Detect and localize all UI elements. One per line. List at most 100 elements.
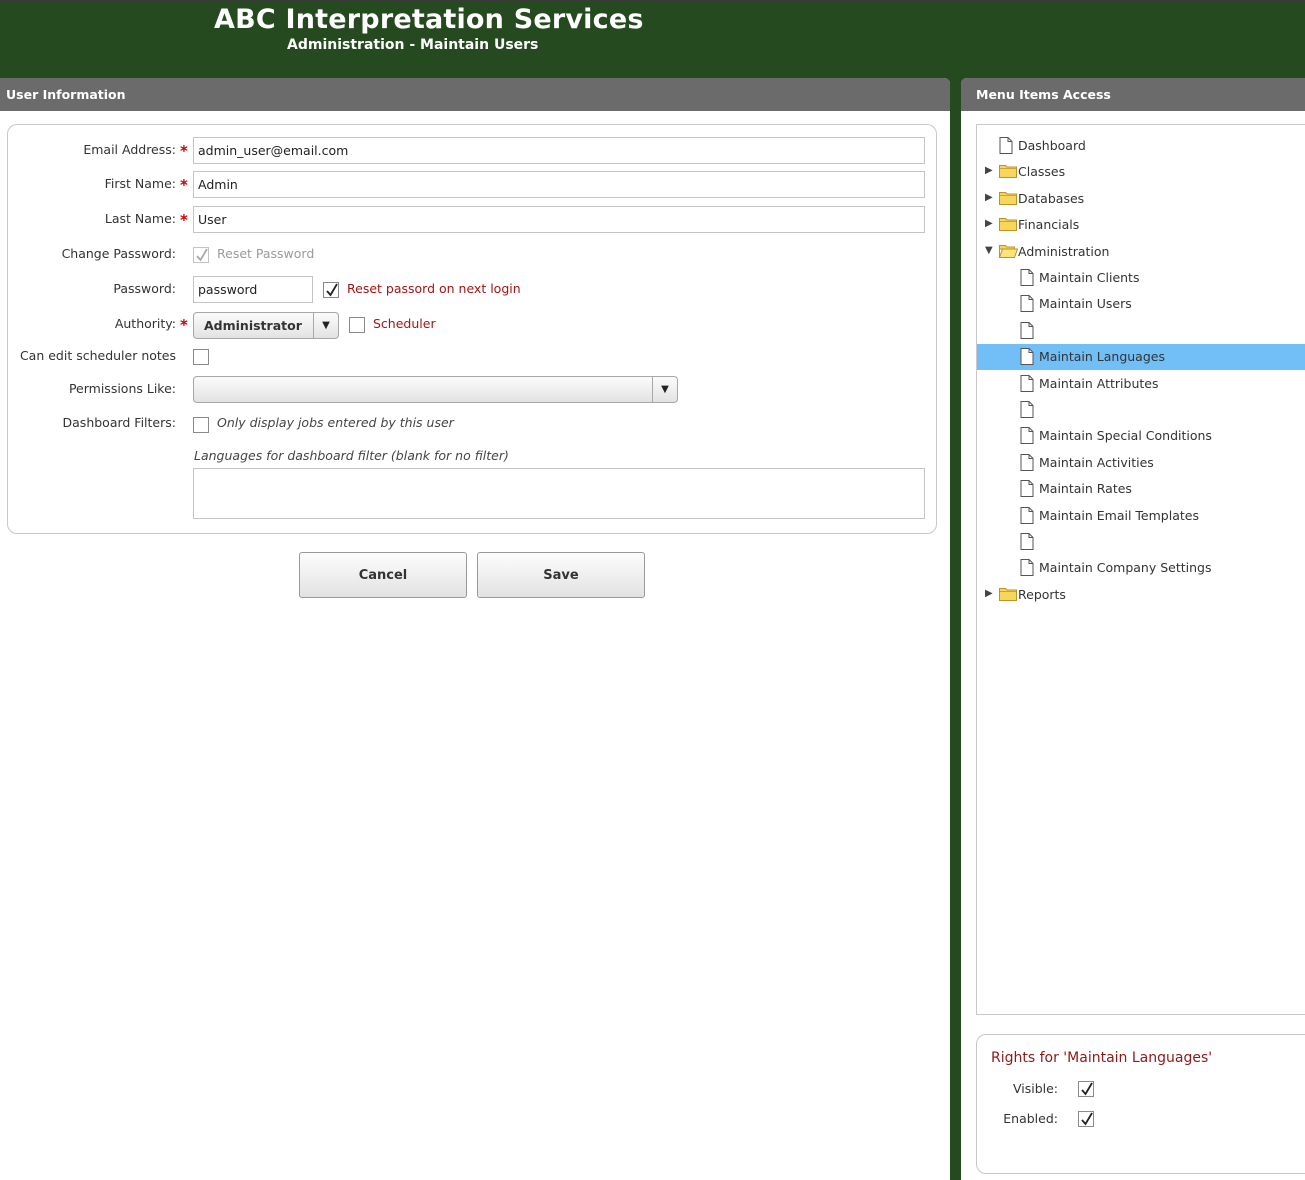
last-name-input[interactable]	[193, 206, 925, 233]
password-input[interactable]	[193, 276, 313, 303]
tree-item-maintain-users[interactable]: Maintain Users	[977, 291, 1305, 317]
permissions-like-label: Permissions Like:	[68, 381, 176, 396]
expand-arrow-right-icon[interactable]: ▶	[985, 588, 993, 599]
scheduler-label: Scheduler	[373, 316, 436, 331]
scheduler-checkbox[interactable]	[349, 317, 365, 333]
folder-icon	[999, 216, 1017, 235]
scheduler-notes-checkbox[interactable]	[193, 349, 209, 365]
tree-item-unnamed-15[interactable]	[977, 529, 1305, 555]
scheduler-notes-label: Can edit scheduler notes	[19, 348, 176, 363]
chevron-down-icon: ▼	[313, 313, 338, 338]
authority-required-icon: *	[180, 316, 188, 334]
expand-arrow-down-icon[interactable]: ▼	[985, 245, 993, 256]
languages-filter-label: Languages for dashboard filter (blank fo…	[194, 448, 509, 463]
email-required-icon: *	[180, 142, 188, 160]
expand-arrow-right-icon[interactable]: ▶	[985, 192, 993, 203]
page-icon	[1020, 321, 1034, 343]
tree-item-label: Reports	[1018, 586, 1066, 602]
dashboard-filters-label: Dashboard Filters:	[62, 415, 176, 430]
tree-item-label: Administration	[1018, 243, 1110, 259]
page-subtitle: Administration - Maintain Users	[287, 37, 539, 53]
tree-item-maintain-clients[interactable]: Maintain Clients	[977, 265, 1305, 291]
email-input[interactable]	[193, 137, 925, 164]
menu-tree: Dashboard ▶ Classes ▶ Databases ▶ Financials ▼ A…	[976, 124, 1305, 1015]
check-icon	[1081, 1082, 1093, 1096]
reset-password-label: Reset Password	[217, 246, 315, 261]
tree-item-maintain-email-templates[interactable]: Maintain Email Templates	[977, 503, 1305, 529]
cancel-button[interactable]: Cancel	[299, 552, 467, 598]
tree-item-label: Databases	[1018, 190, 1085, 206]
dashboard-filter-option-label: Only display jobs entered by this user	[217, 415, 454, 430]
tree-item-label: Maintain Email Templates	[1039, 507, 1199, 523]
tree-item-maintain-languages[interactable]: Maintain Languages	[977, 344, 1305, 371]
tree-item-maintain-attributes[interactable]: Maintain Attributes	[977, 371, 1305, 397]
page-icon	[1020, 506, 1034, 528]
enabled-checkbox[interactable]	[1078, 1111, 1094, 1127]
tree-item-label: Maintain Company Settings	[1039, 560, 1212, 576]
expand-arrow-right-icon[interactable]: ▶	[985, 218, 993, 229]
user-form: Email Address: * First Name: * Last Name…	[7, 124, 937, 534]
tree-item-maintain-company-settings[interactable]: Maintain Company Settings	[977, 555, 1305, 581]
rights-title: Rights for 'Maintain Languages'	[991, 1050, 1213, 1066]
save-button[interactable]: Save	[477, 552, 645, 598]
visible-label: Visible:	[1012, 1081, 1058, 1096]
page-icon	[1020, 348, 1034, 369]
check-icon	[326, 283, 338, 297]
password-label: Password:	[113, 281, 176, 296]
tree-item-label: Maintain Rates	[1039, 481, 1132, 497]
change-password-label: Change Password:	[61, 246, 176, 261]
reset-password-checkbox[interactable]	[193, 247, 209, 263]
tree-item-label: Maintain Languages	[1039, 349, 1165, 365]
user-information-header: User Information	[0, 78, 950, 111]
tree-item-classes[interactable]: ▶ Classes	[977, 159, 1305, 185]
first-name-input[interactable]	[193, 171, 925, 198]
tree-item-label: Maintain Clients	[1039, 270, 1140, 285]
first-name-required-icon: *	[180, 176, 188, 194]
folder-icon	[999, 586, 1017, 605]
tree-item-reports[interactable]: ▶ Reports	[977, 582, 1305, 608]
chevron-down-icon: ▼	[652, 377, 677, 402]
page-icon	[1020, 453, 1034, 475]
tree-item-dashboard[interactable]: Dashboard	[977, 133, 1305, 159]
page-icon	[1020, 427, 1034, 448]
page-icon	[1020, 374, 1034, 396]
app-title: ABC Interpretation Services	[214, 4, 644, 35]
tree-item-label: Maintain Special Conditions	[1039, 428, 1212, 444]
authority-label: Authority:	[114, 316, 176, 331]
last-name-label: Last Name:	[104, 211, 176, 226]
tree-item-label: Financials	[1018, 217, 1080, 233]
visible-checkbox[interactable]	[1078, 1081, 1094, 1097]
tree-item-label: Dashboard	[1018, 138, 1086, 153]
tree-item-administration[interactable]: ▼ Administration	[977, 239, 1305, 265]
authority-dropdown[interactable]: Administrator ▼	[193, 312, 339, 339]
tree-item-maintain-special-conditions[interactable]: Maintain Special Conditions	[977, 423, 1305, 449]
tree-item-label: Classes	[1018, 164, 1066, 180]
authority-value: Administrator	[204, 318, 302, 333]
languages-filter-input[interactable]	[193, 468, 925, 519]
expand-arrow-right-icon[interactable]: ▶	[985, 165, 993, 176]
folder-icon	[999, 190, 1017, 209]
tree-item-unnamed-10[interactable]	[977, 397, 1305, 423]
page-icon	[1020, 269, 1034, 290]
tree-item-maintain-activities[interactable]: Maintain Activities	[977, 450, 1305, 476]
page-icon	[1020, 559, 1034, 580]
page-icon	[1020, 533, 1034, 554]
tree-item-maintain-rates[interactable]: Maintain Rates	[977, 476, 1305, 502]
page-icon	[999, 137, 1013, 158]
tree-item-financials[interactable]: ▶ Financials	[977, 212, 1305, 238]
menu-items-access-panel: Menu Items Access Dashboard ▶ Classes ▶ Data…	[961, 78, 1305, 1180]
tree-item-unnamed-7[interactable]	[977, 318, 1305, 344]
tree-item-databases[interactable]: ▶ Databases	[977, 186, 1305, 212]
dashboard-filter-checkbox[interactable]	[193, 417, 209, 433]
page-icon	[1020, 480, 1034, 501]
check-icon	[196, 248, 208, 262]
menu-items-access-header: Menu Items Access	[961, 78, 1305, 111]
email-label: Email Address:	[83, 142, 176, 157]
folder-icon	[999, 163, 1017, 182]
top-border	[0, 0, 1305, 2]
page-icon	[1020, 401, 1034, 422]
tree-item-label: Maintain Activities	[1039, 454, 1154, 470]
permissions-like-dropdown[interactable]: ▼	[193, 376, 678, 403]
last-name-required-icon: *	[180, 211, 188, 229]
reset-on-next-login-checkbox[interactable]	[323, 282, 339, 298]
